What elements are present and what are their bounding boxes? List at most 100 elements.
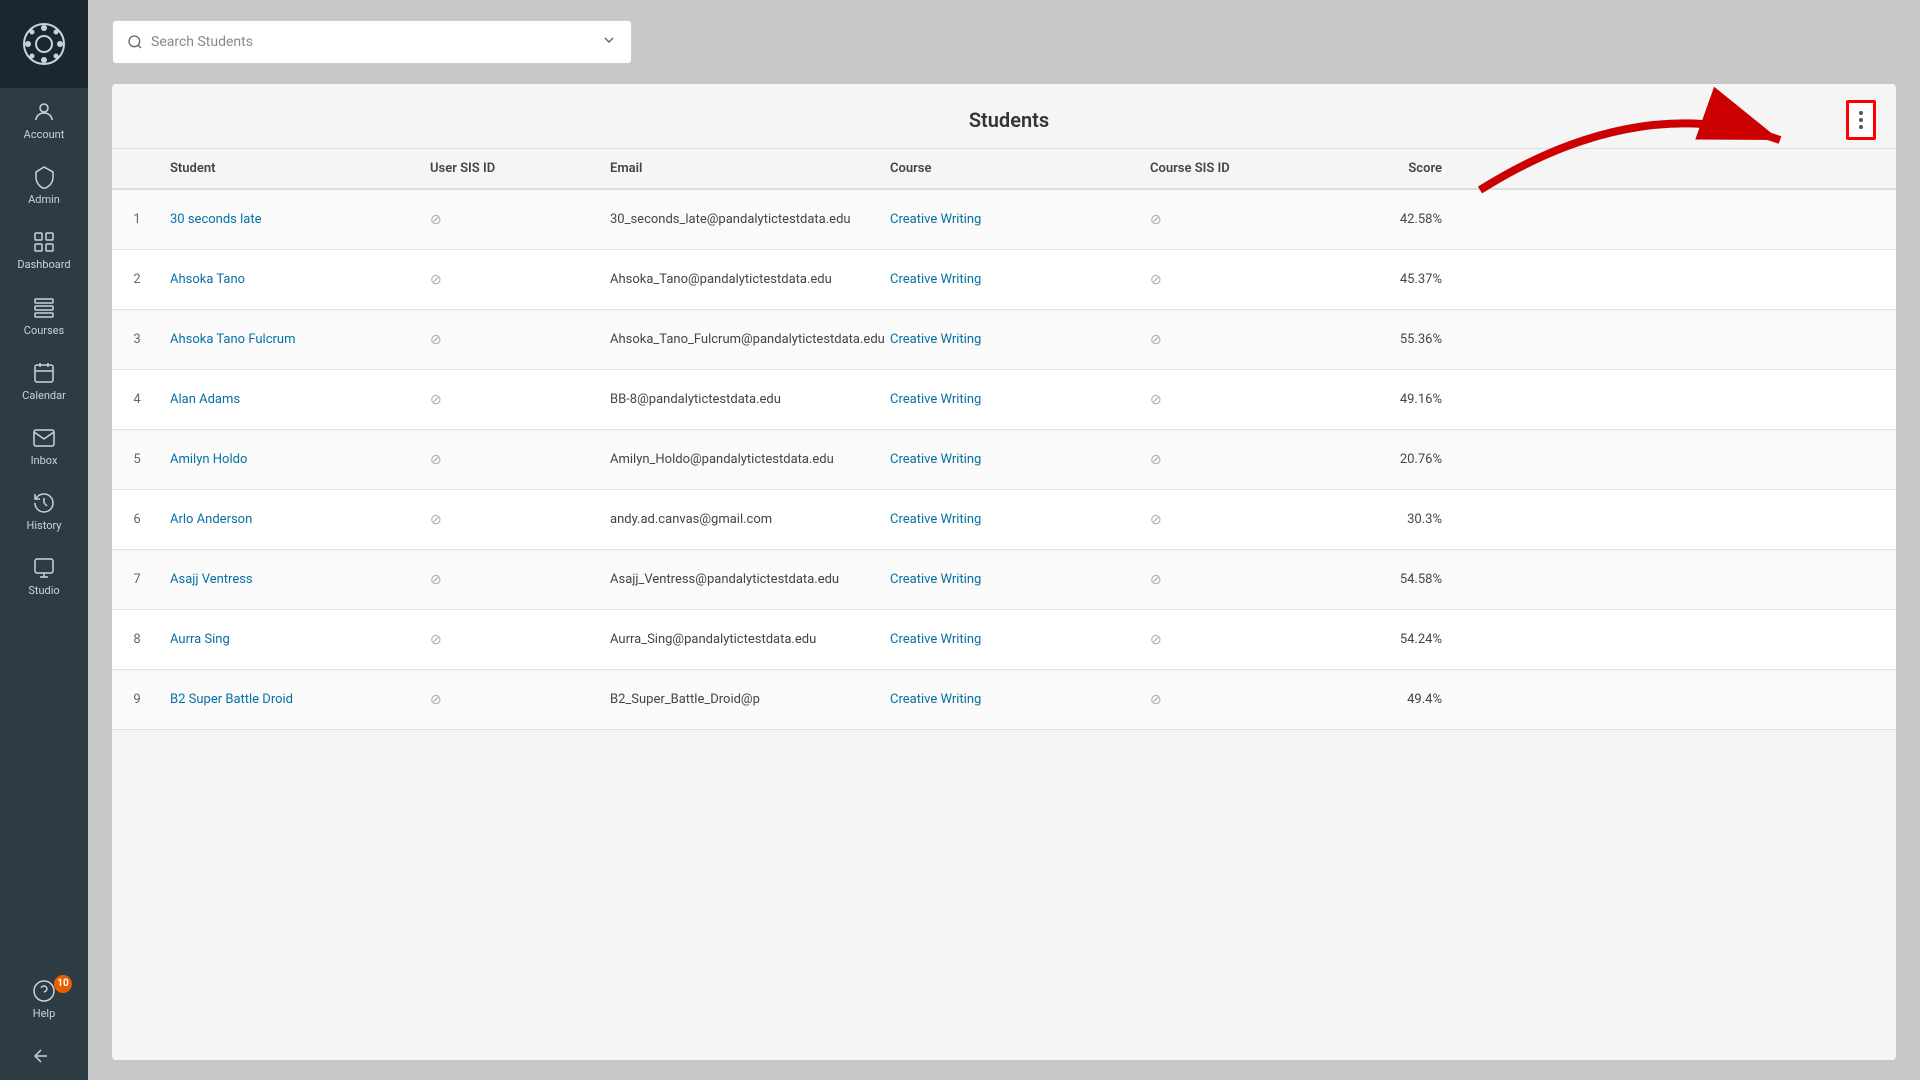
search-icon — [127, 34, 143, 50]
table-row: 4 Alan Adams ⊘ BB-8@pandalytictestdata.e… — [112, 370, 1896, 430]
course-link[interactable]: Creative Writing — [882, 264, 1142, 295]
student-link[interactable]: 30 seconds late — [162, 204, 422, 235]
chain-icon: ⊘ — [430, 452, 442, 468]
row-number: 9 — [112, 684, 162, 715]
table-row: 2 Ahsoka Tano ⊘ Ahsoka_Tano@pandalyticte… — [112, 250, 1896, 310]
sidebar-item-dashboard[interactable]: Dashboard — [0, 218, 88, 283]
course-sis-cell: ⊘ — [1142, 504, 1322, 536]
email-cell: Asajj_Ventress@pandalytictestdata.edu — [602, 564, 882, 595]
user-sis-cell: ⊘ — [422, 504, 602, 536]
sidebar-label-calendar: Calendar — [22, 389, 66, 402]
chain-icon-2: ⊘ — [1150, 332, 1162, 348]
score-cell: 49.4% — [1322, 684, 1462, 715]
student-link[interactable]: Amilyn Holdo — [162, 444, 422, 475]
score-cell: 49.16% — [1322, 384, 1462, 415]
column-headers: Student User SIS ID Email Course Course … — [112, 149, 1896, 190]
sidebar-item-calendar[interactable]: Calendar — [0, 349, 88, 414]
chain-icon-2: ⊘ — [1150, 512, 1162, 528]
table-title: Students — [172, 108, 1846, 132]
row-number: 8 — [112, 624, 162, 655]
chain-icon-2: ⊘ — [1150, 272, 1162, 288]
col-header-student: Student — [162, 157, 422, 180]
course-link[interactable]: Creative Writing — [882, 324, 1142, 355]
sidebar-label-inbox: Inbox — [31, 454, 58, 467]
student-link[interactable]: Asajj Ventress — [162, 564, 422, 595]
email-cell: Amilyn_Holdo@pandalytictestdata.edu — [602, 444, 882, 475]
chain-icon: ⊘ — [430, 572, 442, 588]
user-sis-cell: ⊘ — [422, 204, 602, 236]
row-number: 7 — [112, 564, 162, 595]
col-header-sis: User SIS ID — [422, 157, 602, 180]
student-link[interactable]: Alan Adams — [162, 384, 422, 415]
row-number: 3 — [112, 324, 162, 355]
table-options-button[interactable] — [1846, 100, 1876, 140]
sidebar-item-help[interactable]: 10 Help — [0, 967, 88, 1032]
sidebar-item-inbox[interactable]: Inbox — [0, 414, 88, 479]
dot-1 — [1859, 111, 1863, 115]
students-table-card: Students Student User SIS ID Email Cours… — [112, 84, 1896, 1060]
course-link[interactable]: Creative Writing — [882, 684, 1142, 715]
email-cell: Ahsoka_Tano@pandalytictestdata.edu — [602, 264, 882, 295]
sidebar-item-courses[interactable]: Courses — [0, 284, 88, 349]
table-row: 9 B2 Super Battle Droid ⊘ B2_Super_Battl… — [112, 670, 1896, 730]
sidebar-item-studio[interactable]: Studio — [0, 544, 88, 609]
course-link[interactable]: Creative Writing — [882, 384, 1142, 415]
chain-icon-2: ⊘ — [1150, 692, 1162, 708]
chain-icon-2: ⊘ — [1150, 392, 1162, 408]
chain-icon: ⊘ — [430, 392, 442, 408]
score-cell: 55.36% — [1322, 324, 1462, 355]
course-sis-cell: ⊘ — [1142, 624, 1322, 656]
sidebar-logo[interactable] — [0, 0, 88, 88]
course-sis-cell: ⊘ — [1142, 264, 1322, 296]
course-sis-cell: ⊘ — [1142, 444, 1322, 476]
row-number: 6 — [112, 504, 162, 535]
sidebar-item-admin[interactable]: Admin — [0, 153, 88, 218]
sidebar-label-account: Account — [24, 128, 65, 141]
table-row: 6 Arlo Anderson ⊘ andy.ad.canvas@gmail.c… — [112, 490, 1896, 550]
student-link[interactable]: B2 Super Battle Droid — [162, 684, 422, 715]
student-link[interactable]: Ahsoka Tano — [162, 264, 422, 295]
table-header: Students — [112, 84, 1896, 149]
sidebar-label-dashboard: Dashboard — [17, 258, 70, 271]
chain-icon-2: ⊘ — [1150, 452, 1162, 468]
score-cell: 54.24% — [1322, 624, 1462, 655]
course-sis-cell: ⊘ — [1142, 684, 1322, 716]
course-sis-cell: ⊘ — [1142, 204, 1322, 236]
search-chevron-icon — [601, 32, 617, 52]
table-row: 8 Aurra Sing ⊘ Aurra_Sing@pandalytictest… — [112, 610, 1896, 670]
dot-2 — [1859, 118, 1863, 122]
course-sis-cell: ⊘ — [1142, 564, 1322, 596]
student-link[interactable]: Ahsoka Tano Fulcrum — [162, 324, 422, 355]
dot-3 — [1859, 125, 1863, 129]
search-bar[interactable]: Search Students — [112, 20, 632, 64]
chain-icon-2: ⊘ — [1150, 572, 1162, 588]
course-link[interactable]: Creative Writing — [882, 564, 1142, 595]
sidebar-item-history[interactable]: History — [0, 479, 88, 544]
row-number: 5 — [112, 444, 162, 475]
chain-icon-2: ⊘ — [1150, 632, 1162, 648]
sidebar-label-courses: Courses — [24, 324, 64, 337]
course-link[interactable]: Creative Writing — [882, 504, 1142, 535]
col-header-email: Email — [602, 157, 882, 180]
sidebar-label-studio: Studio — [28, 584, 59, 597]
course-link[interactable]: Creative Writing — [882, 204, 1142, 235]
table-row: 5 Amilyn Holdo ⊘ Amilyn_Holdo@pandalytic… — [112, 430, 1896, 490]
chain-icon: ⊘ — [430, 632, 442, 648]
chain-icon: ⊘ — [430, 332, 442, 348]
score-cell: 54.58% — [1322, 564, 1462, 595]
user-sis-cell: ⊘ — [422, 684, 602, 716]
table-row: 7 Asajj Ventress ⊘ Asajj_Ventress@pandal… — [112, 550, 1896, 610]
table-row: 3 Ahsoka Tano Fulcrum ⊘ Ahsoka_Tano_Fulc… — [112, 310, 1896, 370]
email-cell: BB-8@pandalytictestdata.edu — [602, 384, 882, 415]
sidebar-item-collapse[interactable] — [0, 1032, 88, 1080]
sidebar-item-account[interactable]: Account — [0, 88, 88, 153]
student-link[interactable]: Arlo Anderson — [162, 504, 422, 535]
col-header-score: Score — [1322, 157, 1462, 180]
student-link[interactable]: Aurra Sing — [162, 624, 422, 655]
chain-icon-2: ⊘ — [1150, 212, 1162, 228]
col-header-course-sis: Course SIS ID — [1142, 157, 1322, 180]
user-sis-cell: ⊘ — [422, 264, 602, 296]
course-link[interactable]: Creative Writing — [882, 444, 1142, 475]
course-link[interactable]: Creative Writing — [882, 624, 1142, 655]
row-number: 1 — [112, 204, 162, 235]
